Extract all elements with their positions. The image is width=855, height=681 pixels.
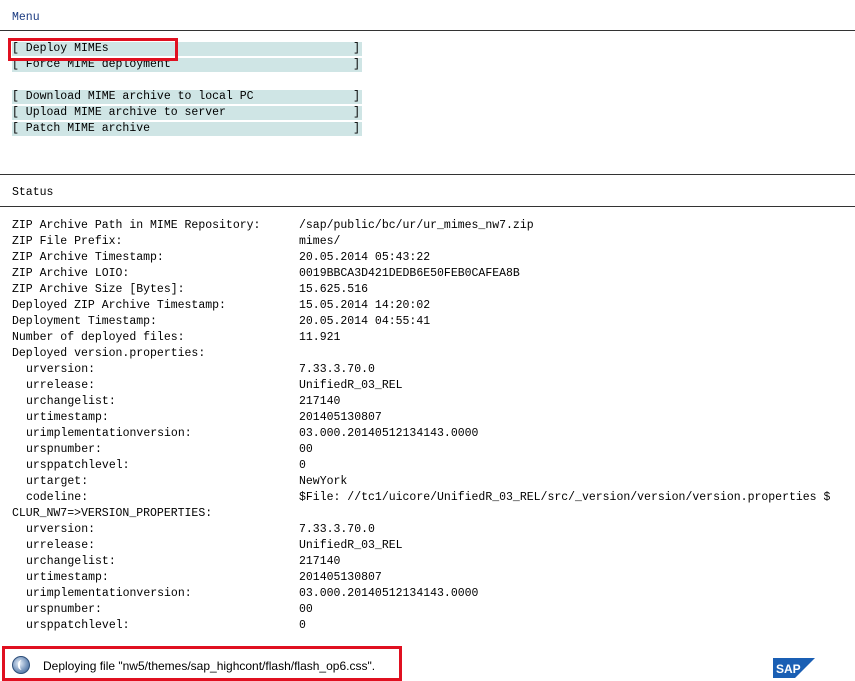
status-value: /sap/public/bc/ur/ur_mimes_nw7.zip xyxy=(299,219,534,232)
status-key: urspnumber: xyxy=(26,443,102,456)
status-key: ursppatchlevel: xyxy=(26,459,130,472)
button-bracket: ] xyxy=(353,106,360,119)
status-key: urspnumber: xyxy=(26,603,102,616)
status-key: Deployed ZIP Archive Timestamp: xyxy=(12,299,226,312)
status-key: Number of deployed files: xyxy=(12,331,185,344)
status-key: ursppatchlevel: xyxy=(26,619,130,632)
status-key: urchangelist: xyxy=(26,555,116,568)
force-mime-deployment-label: [ Force MIME deployment xyxy=(12,58,171,71)
status-value: 00 xyxy=(299,443,313,456)
status-key: ZIP Archive LOIO: xyxy=(12,267,130,280)
status-key: CLUR_NW7=>VERSION_PROPERTIES: xyxy=(12,507,213,520)
status-key: ZIP Archive Path in MIME Repository: xyxy=(12,219,261,232)
status-value: 20.05.2014 05:43:22 xyxy=(299,251,431,264)
button-bracket: ] xyxy=(353,122,360,135)
status-key: urtimestamp: xyxy=(26,571,109,584)
button-bracket: ] xyxy=(353,42,360,55)
status-key: ZIP Archive Size [Bytes]: xyxy=(12,283,185,296)
progress-icon xyxy=(12,656,30,674)
status-value: 03.000.20140512134143.0000 xyxy=(299,587,479,600)
button-bracket: ] xyxy=(353,58,360,71)
status-key: Deployment Timestamp: xyxy=(12,315,157,328)
status-value: 217140 xyxy=(299,555,341,568)
status-value: UnifiedR_03_REL xyxy=(299,539,403,552)
status-value: 00 xyxy=(299,603,313,616)
status-key: urimplementationversion: xyxy=(26,427,192,440)
upload-mime-archive-button[interactable]: [ Upload MIME archive to server ] xyxy=(12,106,362,120)
status-key: ZIP Archive Timestamp: xyxy=(12,251,164,264)
menu-divider xyxy=(0,30,855,31)
patch-mime-archive-button[interactable]: [ Patch MIME archive ] xyxy=(12,122,362,136)
status-divider-bottom xyxy=(0,206,855,207)
status-value: 217140 xyxy=(299,395,341,408)
status-value: 11.921 xyxy=(299,331,341,344)
status-key: urversion: xyxy=(26,363,96,376)
status-value: 03.000.20140512134143.0000 xyxy=(299,427,479,440)
download-mime-archive-label: [ Download MIME archive to local PC xyxy=(12,90,254,103)
download-mime-archive-button[interactable]: [ Download MIME archive to local PC ] xyxy=(12,90,362,104)
status-value: 15.05.2014 14:20:02 xyxy=(299,299,431,312)
menu-section-title: Menu xyxy=(12,11,40,24)
status-key: urrelease: xyxy=(26,379,96,392)
status-value: 0019BBCA3D421DEDB6E50FEB0CAFEA8B xyxy=(299,267,520,280)
sap-logo-text: SAP xyxy=(776,662,801,676)
status-value: 0 xyxy=(299,459,306,472)
status-value: 201405130807 xyxy=(299,571,382,584)
status-key: urtimestamp: xyxy=(26,411,109,424)
deploy-mimes-label: [ Deploy MIMEs xyxy=(12,42,109,55)
status-value: 201405130807 xyxy=(299,411,382,424)
status-value: 7.33.3.70.0 xyxy=(299,363,375,376)
status-divider-top xyxy=(0,174,855,175)
status-value: NewYork xyxy=(299,475,348,488)
button-bracket: ] xyxy=(353,90,360,103)
status-value: mimes/ xyxy=(299,235,341,248)
status-value: 7.33.3.70.0 xyxy=(299,523,375,536)
status-value: 20.05.2014 04:55:41 xyxy=(299,315,431,328)
status-key: urimplementationversion: xyxy=(26,587,192,600)
status-key: ZIP File Prefix: xyxy=(12,235,123,248)
patch-mime-archive-label: [ Patch MIME archive xyxy=(12,122,151,135)
status-key: urversion: xyxy=(26,523,96,536)
status-value: UnifiedR_03_REL xyxy=(299,379,403,392)
deploy-mimes-button[interactable]: [ Deploy MIMEs ] xyxy=(12,42,362,56)
status-key: codeline: xyxy=(26,491,89,504)
upload-mime-archive-label: [ Upload MIME archive to server xyxy=(12,106,226,119)
status-key: urrelease: xyxy=(26,539,96,552)
sap-logo: SAP xyxy=(773,658,815,678)
status-key: urchangelist: xyxy=(26,395,116,408)
status-bar-message: Deploying file "nw5/themes/sap_highcont/… xyxy=(43,659,376,673)
status-key: urtarget: xyxy=(26,475,89,488)
status-section-title: Status xyxy=(12,186,54,199)
status-value: 15.625.516 xyxy=(299,283,369,296)
force-mime-deployment-button[interactable]: [ Force MIME deployment ] xyxy=(12,58,362,72)
status-value: $File: //tc1/uicore/UnifiedR_03_REL/src/… xyxy=(299,491,831,504)
status-value: 0 xyxy=(299,619,306,632)
status-key: Deployed version.properties: xyxy=(12,347,206,360)
